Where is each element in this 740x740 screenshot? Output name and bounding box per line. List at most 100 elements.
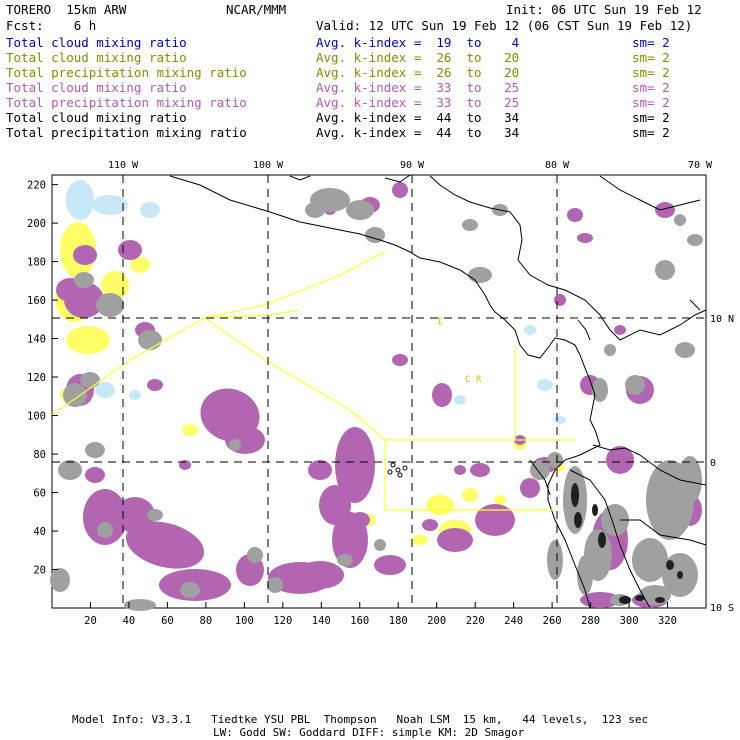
cloud-gray [462,219,478,231]
cloud-purple [319,485,351,525]
cloud-purple [308,460,332,480]
cloud-gray [74,272,94,288]
cloud-dark-core [677,571,683,579]
y-tick-label: 160 [27,295,46,307]
cloud-light-blue [537,379,553,391]
cloud-gray [85,442,105,458]
cloud-purple [374,555,406,575]
cloud-light-blue [554,416,566,424]
x-tick-label: 20 [84,615,97,627]
precip-yellow [412,535,428,545]
cloud-gray [547,540,563,580]
cloud-gray [58,460,82,480]
x-tick-label: 60 [161,615,174,627]
cloud-dark-core [655,597,665,603]
cloud-purple [577,233,593,243]
y-tick-label: 60 [33,488,46,500]
cloud-gray [147,509,163,521]
cloud-purple [520,478,540,498]
cloud-purple [475,504,515,536]
precip-yellow [182,424,198,436]
cloud-gray [604,344,616,356]
cloud-gray [675,342,695,358]
precip-yellow [66,326,110,354]
x-tick-label: 180 [389,615,408,627]
y-tick-label: 100 [27,411,46,423]
cloud-dark-core [571,483,579,507]
x-tick-label: 260 [543,615,562,627]
x-tick-label: 140 [312,615,331,627]
cloud-gray [625,375,645,395]
cloud-gray [138,330,162,350]
cloud-purple [470,463,490,477]
cloud-light-blue [129,390,141,400]
cloud-gray [305,202,325,218]
weather-map: IC R 110 W 100 W 90 W 80 W 70 W10 N010 S20 40… [27,160,734,627]
cloud-dark-core [666,560,674,570]
cloud-gray [674,214,686,226]
lat-label: 10 N [710,314,734,325]
lon-label: 110 W [108,160,139,171]
lat-label: 0 [710,458,716,469]
x-tick-label: 80 [200,615,213,627]
cloud-purple [554,294,566,306]
x-tick-label: 120 [273,615,292,627]
lon-label: 80 W [545,160,570,171]
cloud-gray [267,577,283,593]
cloud-gray [547,452,563,468]
cloud-purple [567,208,583,222]
x-tick-label: 240 [504,615,523,627]
cloud-gray [639,585,671,605]
lat-label: 10 S [710,603,734,614]
cloud-light-blue [66,180,94,220]
cloud-gray [63,383,87,407]
cloud-gray [80,372,100,388]
cloud-gray [96,293,124,317]
cloud-gray [50,568,70,592]
x-tick-label: 100 [235,615,254,627]
y-tick-label: 140 [27,334,46,346]
cloud-gray [530,460,550,480]
cloud-purple [392,182,408,198]
lon-label: 100 W [253,160,284,171]
cloud-purple [422,519,438,531]
x-tick-label: 320 [658,615,677,627]
cloud-gray [346,200,374,220]
cloud-gray [337,554,353,566]
cloud-purple [350,512,370,528]
precip-yellow [494,495,506,505]
x-tick-label: 220 [466,615,485,627]
cloud-purple [118,240,142,260]
cloud-gray [229,439,241,451]
cloud-purple [432,383,452,407]
cloud-gray [468,267,492,283]
lon-label: 70 W [688,160,713,171]
physics-info: LW: Godd SW: Goddard DIFF: simple KM: 2D… [213,726,525,739]
cloud-purple [614,325,626,335]
cloud-purple [225,426,265,454]
cloud-light-blue [524,325,536,335]
cloud-purple [73,245,97,265]
cloud-purple [437,528,473,552]
cloud-purple [392,354,408,366]
y-tick-label: 20 [33,565,46,577]
y-tick-label: 180 [27,257,46,269]
cloud-gray [655,260,675,280]
cloud-gray [247,547,263,563]
cloud-dark-core [574,512,582,528]
cloud-purple [655,202,675,218]
precip-yellow [462,488,478,502]
cloud-gray [687,234,703,246]
cloud-purple [454,465,466,475]
x-tick-label: 160 [350,615,369,627]
y-tick-label: 40 [33,526,46,538]
cloud-purple [85,467,105,483]
cloud-gray [97,522,113,538]
y-tick-label: 120 [27,372,46,384]
cloud-purple [296,561,344,589]
region-label-2: C R [465,375,482,385]
cloud-gray [374,539,386,551]
y-tick-label: 80 [33,449,46,461]
x-tick-label: 300 [620,615,639,627]
y-tick-label: 200 [27,218,46,230]
